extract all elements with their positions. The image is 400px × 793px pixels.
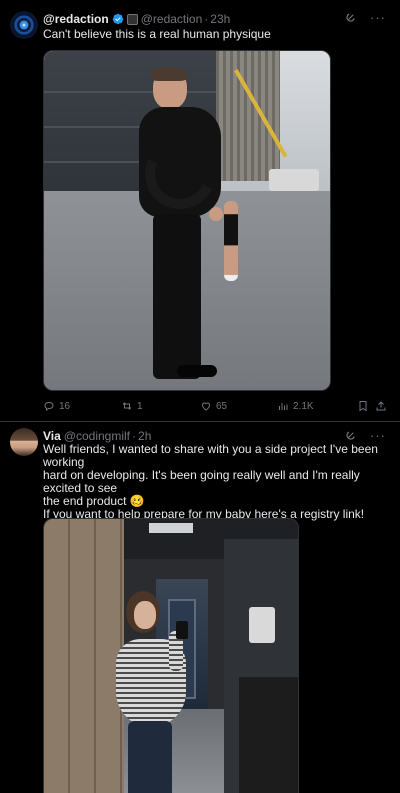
author-handle[interactable]: @redaction xyxy=(141,12,203,26)
bookmark-icon xyxy=(359,401,367,412)
repost-count: 1 xyxy=(137,400,143,412)
share-icon xyxy=(376,401,386,411)
tweet-image[interactable] xyxy=(43,50,331,391)
repost-button[interactable]: 1 xyxy=(121,400,143,412)
view-count: 2.1K xyxy=(293,400,314,412)
reply-icon xyxy=(44,402,54,411)
affiliation-badge-icon xyxy=(126,13,138,25)
reply-button[interactable]: 16 xyxy=(43,400,70,412)
views-button[interactable]: 2.1K xyxy=(277,400,314,412)
tweet-top-actions: ··· xyxy=(345,429,386,442)
author-name[interactable]: Via xyxy=(43,429,61,443)
separator: · xyxy=(204,12,209,26)
author-handle[interactable]: @codingmilf xyxy=(64,429,130,443)
avatar[interactable] xyxy=(10,11,38,39)
share-button[interactable] xyxy=(375,400,387,412)
tweet-text-line: Well friends, I wanted to share with you… xyxy=(43,442,378,469)
like-count: 65 xyxy=(216,400,228,412)
tweet-actions: 16 1 65 2.1K xyxy=(43,398,388,414)
like-icon xyxy=(201,402,211,411)
grok-icon[interactable] xyxy=(345,430,356,441)
avatar[interactable] xyxy=(10,428,38,456)
more-icon[interactable]: ··· xyxy=(370,429,386,442)
repost-icon xyxy=(122,402,132,410)
grok-icon[interactable] xyxy=(345,12,356,23)
author-name[interactable]: @redaction xyxy=(43,12,109,26)
tweet-image[interactable] xyxy=(43,518,299,793)
tweet-1[interactable]: @redaction @redaction · 23h ··· Can't be… xyxy=(0,0,400,422)
verified-badge-icon xyxy=(112,13,123,25)
tweet-top-actions: ··· xyxy=(345,11,386,24)
tweet-text: Can't believe this is a real human physi… xyxy=(43,27,271,41)
bookmark-button[interactable] xyxy=(357,400,369,412)
reply-count: 16 xyxy=(59,400,71,412)
tweet-text-line: hard on developing. It's been going real… xyxy=(43,468,360,495)
timestamp[interactable]: 2h xyxy=(138,429,151,443)
timestamp[interactable]: 23h xyxy=(210,12,230,26)
separator: · xyxy=(132,429,137,443)
views-icon xyxy=(279,403,288,410)
more-icon[interactable]: ··· xyxy=(370,11,386,24)
like-button[interactable]: 65 xyxy=(200,400,227,412)
tweet-header: @redaction @redaction · 23h xyxy=(43,11,230,27)
